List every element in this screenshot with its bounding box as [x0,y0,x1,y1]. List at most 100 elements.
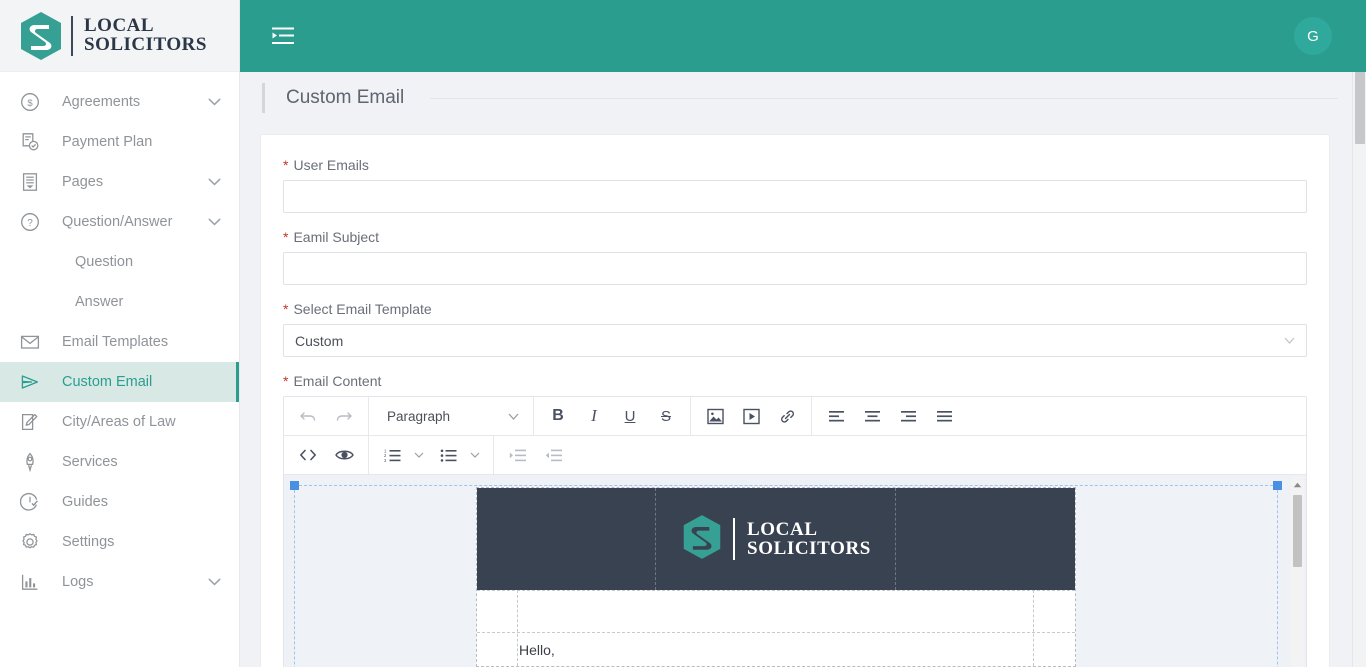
sidebar-item-services[interactable]: Services [0,442,239,482]
logo-wordmark: LOCAL SOLICITORS [84,16,207,54]
align-center-icon[interactable] [857,401,887,431]
email-spacer-row [477,590,1075,632]
chevron-down-icon[interactable] [205,218,223,226]
svg-text:?: ? [27,218,33,229]
insert-video-icon[interactable] [736,401,766,431]
rocket-icon [20,452,40,472]
outdent-icon[interactable] [503,440,533,470]
field-email-subject: * Eamil Subject [283,229,1307,285]
toolbar-separator [811,396,812,436]
user-emails-label: User Emails [293,157,369,173]
email-subject-input[interactable] [283,252,1307,285]
svg-text:$: $ [27,98,33,109]
sidebar-item-label: Custom Email [62,374,153,390]
sidebar-item-settings[interactable]: Settings [0,522,239,562]
editor-toolbar-row-2: 1 2 3 [284,435,1306,475]
editor-toolbar-row-1: Paragraph B I U S [284,396,1306,436]
app-root: LOCAL SOLICITORS $ Agreements Payment Plan… [0,0,1366,667]
sidebar-item-question[interactable]: Question [0,242,239,282]
svg-text:3: 3 [384,458,387,463]
chevron-down-icon[interactable] [205,98,223,106]
preview-eye-icon[interactable] [329,440,359,470]
sidebar-menu: $ Agreements Payment Plan Pages? Question/An… [0,72,239,602]
paragraph-format-select[interactable]: Paragraph [379,401,527,431]
sidebar-item-answer[interactable]: Answer [0,282,239,322]
user-emails-input[interactable] [283,180,1307,213]
align-left-icon[interactable] [821,401,851,431]
insert-link-icon[interactable] [772,401,802,431]
required-asterisk: * [283,229,289,245]
gear-icon [20,532,40,552]
sidebar-item-label: City/Areas of Law [62,414,176,430]
local-solicitors-logo-icon [18,11,64,61]
chevron-down-icon[interactable] [205,178,223,186]
avatar[interactable]: G [1294,17,1332,55]
menu-fold-icon[interactable] [270,23,296,49]
page-scrollbar-thumb[interactable] [1355,72,1365,144]
editor-scrollbar-thumb[interactable] [1293,495,1302,567]
email-template-value: Custom [295,332,344,349]
email-template-document[interactable]: LOCAL SOLICITORS Hello, [476,487,1076,667]
insert-image-icon[interactable] [700,401,730,431]
brand-logo[interactable]: LOCAL SOLICITORS [0,0,239,72]
local-solicitors-logo-icon [681,514,723,565]
field-user-emails: * User Emails [283,157,1307,213]
unordered-list-icon[interactable] [434,440,464,470]
dollar-circle-icon: $ [20,92,40,112]
sidebar-item-logs[interactable]: Logs [0,562,239,602]
table-cell-divider [517,590,518,666]
sidebar-item-pages[interactable]: Pages [0,162,239,202]
bar-chart-icon [20,572,40,592]
source-code-icon[interactable] [293,440,323,470]
chevron-down-icon[interactable] [205,578,223,586]
bold-icon[interactable]: B [543,401,573,431]
email-template-label-row: * Select Email Template [283,301,1307,317]
email-greeting-row[interactable]: Hello, [477,632,1075,666]
paragraph-format-value: Paragraph [387,408,451,424]
italic-icon[interactable]: I [579,401,609,431]
sidebar-item-label: Question/Answer [62,214,173,230]
sidebar-item-email-templates[interactable]: Email Templates [0,322,239,362]
editor-content-area[interactable]: LOCAL SOLICITORS Hello, [284,475,1306,667]
editor-scrollbar[interactable] [1291,477,1304,667]
page-scrollbar[interactable] [1352,72,1366,667]
underline-icon[interactable]: U [615,401,645,431]
sidebar-item-label: Settings [62,534,115,550]
sidebar-item-question-answer[interactable]: ? Question/Answer [0,202,239,242]
unordered-list-caret-icon[interactable] [467,440,483,470]
email-logo-line-2: SOLICITORS [747,538,871,559]
sidebar-item-label: Answer [75,294,124,310]
redo-icon[interactable] [329,401,359,431]
align-right-icon[interactable] [893,401,923,431]
sidebar-item-payment-plan[interactable]: Payment Plan [0,122,239,162]
content-scroll-region: * User Emails * Eamil Subject * Select E… [240,124,1366,667]
strikethrough-icon[interactable]: S [651,401,681,431]
field-email-template: * Select Email Template Custom [283,301,1307,357]
email-subject-label: Eamil Subject [293,229,380,245]
title-accent-bar [262,83,265,113]
selection-handle-top-left[interactable] [290,481,299,490]
main-area: G Custom Email * User Emails * Eamil Sub… [240,0,1366,667]
sidebar-item-label: Services [62,454,118,470]
sidebar-item-custom-email[interactable]: Custom Email [0,362,239,402]
sidebar-item-label: Payment Plan [62,134,153,150]
sidebar-item-label: Email Templates [62,334,169,350]
email-logo-divider [733,518,736,560]
clock-check-icon [20,492,40,512]
rich-text-editor: Paragraph B I U S 1 2 3 LOCAL SOLICITORS… [283,396,1307,667]
undo-icon[interactable] [293,401,323,431]
ordered-list-caret-icon[interactable] [411,440,427,470]
align-justify-icon[interactable] [929,401,959,431]
sidebar-item-agreements[interactable]: $ Agreements [0,82,239,122]
sidebar-item-city-areas-of-law[interactable]: City/Areas of Law [0,402,239,442]
scroll-up-arrow-icon[interactable] [1291,479,1304,491]
indent-icon[interactable] [539,440,569,470]
selection-handle-top-right[interactable] [1273,481,1282,490]
form-card: * User Emails * Eamil Subject * Select E… [260,134,1330,667]
top-header-bar: G [240,0,1366,72]
sidebar-item-guides[interactable]: Guides [0,482,239,522]
ordered-list-icon[interactable]: 1 2 3 [378,440,408,470]
sidebar-item-label: Logs [62,574,94,590]
question-circle-icon: ? [20,212,40,232]
email-template-select[interactable]: Custom [283,324,1307,357]
